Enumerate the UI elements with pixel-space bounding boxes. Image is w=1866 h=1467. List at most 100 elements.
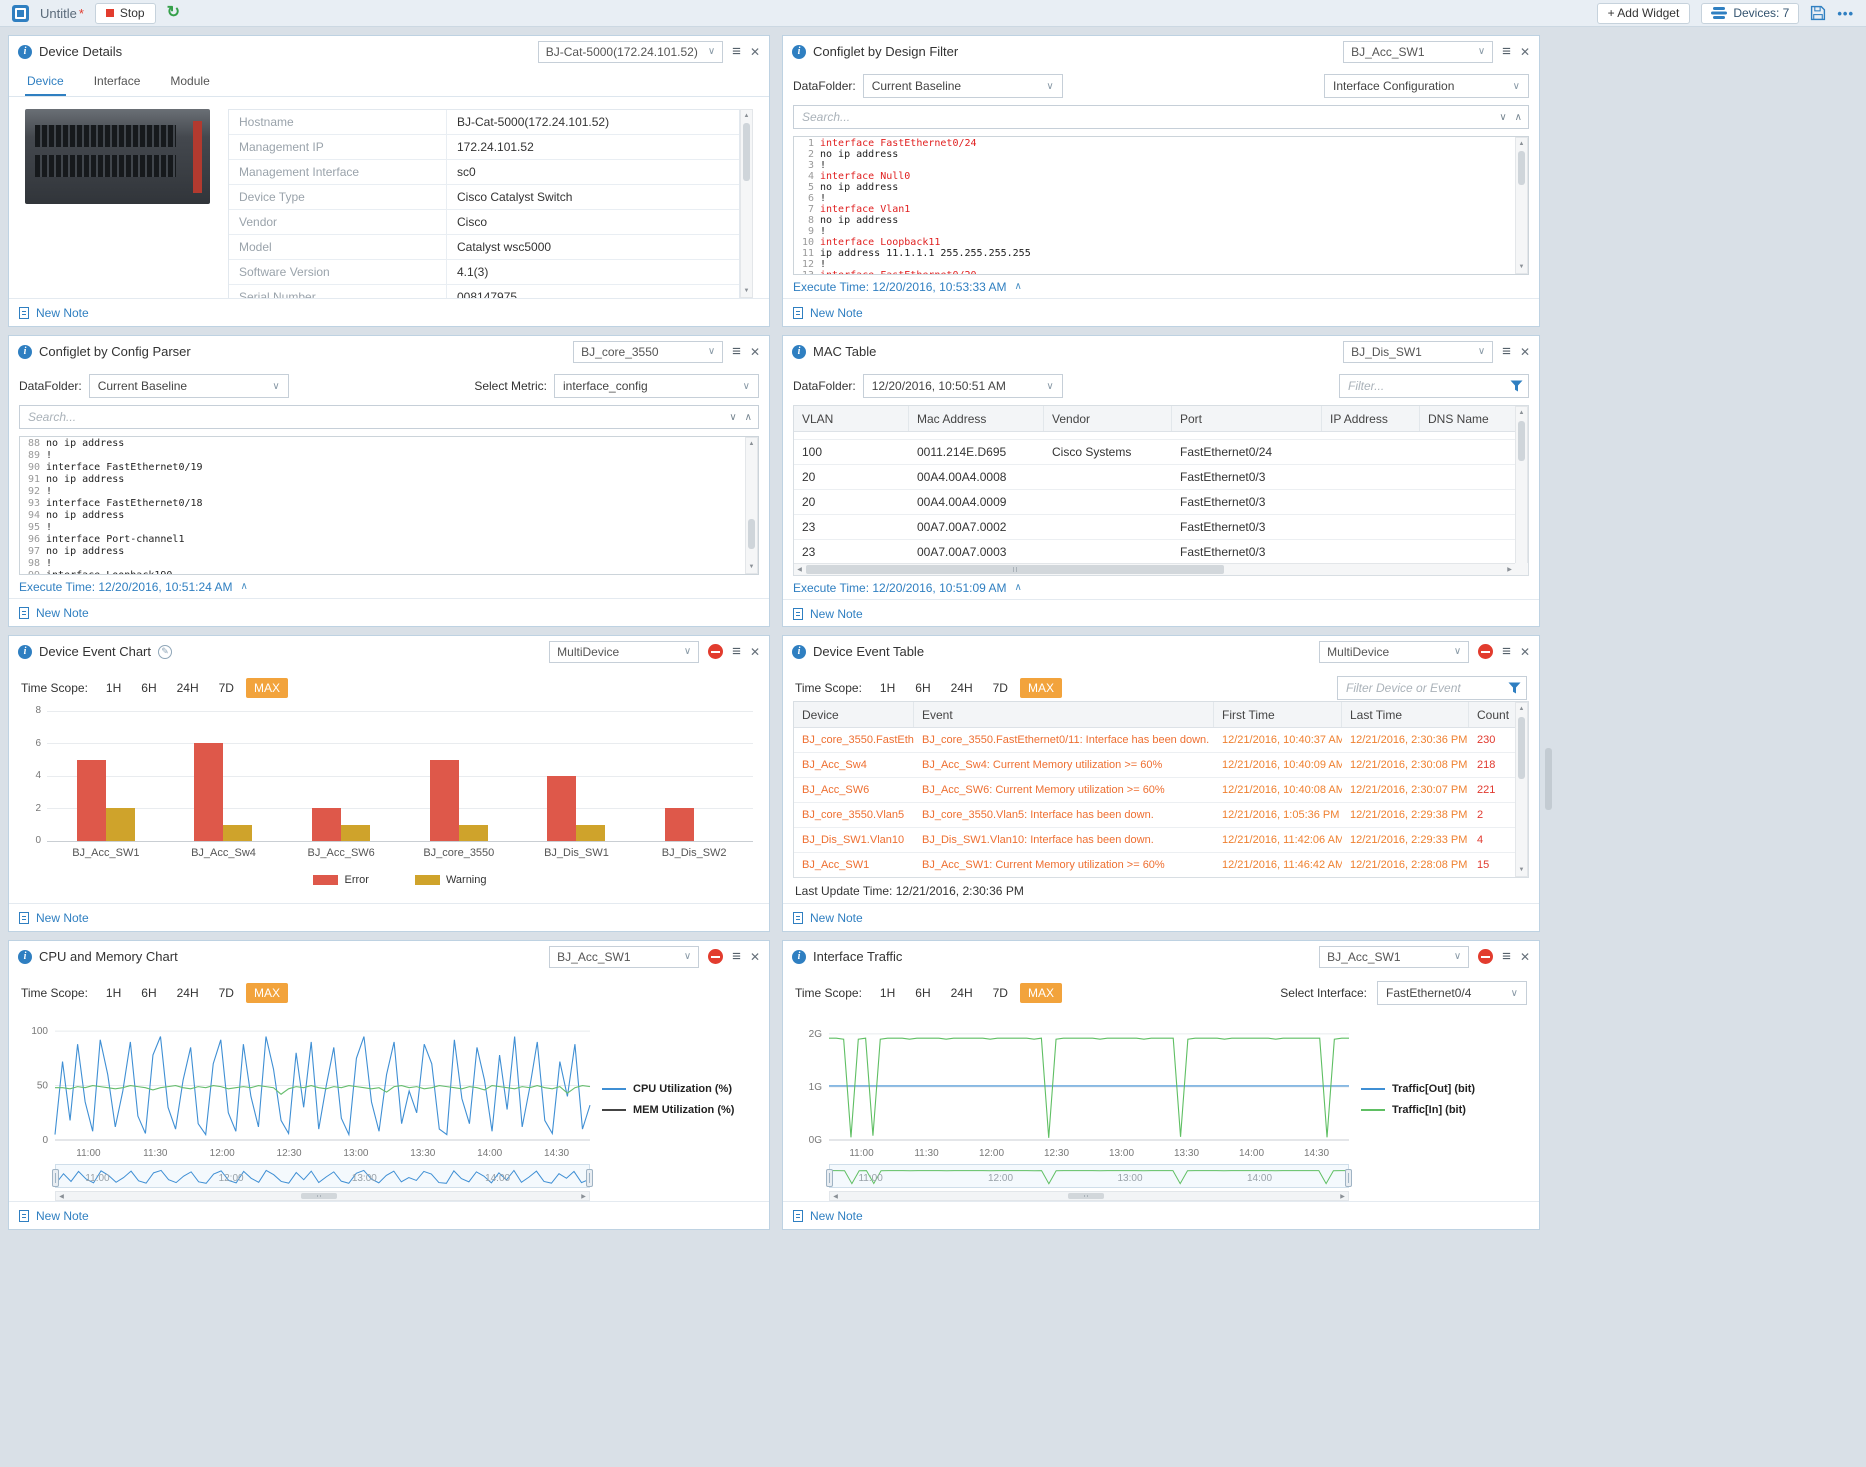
stop-refresh-icon[interactable] (1478, 949, 1493, 964)
timescope-max[interactable]: MAX (246, 983, 288, 1003)
timescope-max[interactable]: MAX (246, 678, 288, 698)
timescope-1h[interactable]: 1H (98, 983, 129, 1003)
scroll-thumb[interactable] (806, 565, 1224, 574)
vertical-scrollbar[interactable]: ▲▼ (745, 437, 758, 574)
vertical-scrollbar[interactable]: ▲▼ (1515, 406, 1528, 575)
scroll-right-icon[interactable]: ▶ (1504, 564, 1515, 575)
tab-module[interactable]: Module (168, 67, 211, 96)
brush-right-handle[interactable] (1345, 1169, 1352, 1187)
menu-icon[interactable]: ≡ (732, 949, 741, 964)
table-row[interactable]: BJ_core_3550.Vlan5BJ_core_3550.Vlan5: In… (794, 803, 1515, 828)
menu-icon[interactable]: ≡ (1502, 644, 1511, 659)
new-note-link[interactable]: New Note (810, 607, 863, 621)
menu-icon[interactable]: ≡ (732, 644, 741, 659)
execute-time[interactable]: Execute Time: 12/20/2016, 10:51:09 AM∧ (783, 576, 1539, 599)
filter-input[interactable] (1340, 375, 1510, 397)
scroll-down-icon[interactable]: ▼ (1516, 261, 1527, 273)
close-icon[interactable]: ✕ (750, 951, 760, 963)
metric-select[interactable]: interface_config∨ (554, 374, 759, 398)
event-device[interactable]: BJ_core_3550.FastEth... (794, 728, 914, 752)
scroll-up-icon[interactable]: ▲ (741, 110, 752, 122)
device-selector-dropdown[interactable]: BJ_Acc_SW1∨ (1343, 41, 1493, 63)
brush-right-handle[interactable] (586, 1169, 593, 1187)
collapse-icon[interactable]: ∧ (240, 581, 247, 592)
table-row[interactable]: BJ_Acc_SW6BJ_Acc_SW6: Current Memory uti… (794, 778, 1515, 803)
close-icon[interactable]: ✕ (1520, 46, 1530, 58)
new-note-link[interactable]: New Note (36, 1209, 89, 1223)
search-prev-icon[interactable]: ∧ (1515, 112, 1522, 123)
filter-icon[interactable] (1510, 380, 1523, 392)
timescope-6h[interactable]: 6H (907, 678, 938, 698)
brush-left-handle[interactable] (52, 1169, 59, 1187)
menu-icon[interactable]: ≡ (732, 344, 741, 359)
new-note-link[interactable]: New Note (36, 606, 89, 620)
close-icon[interactable]: ✕ (750, 346, 760, 358)
brush-left-handle[interactable] (826, 1169, 833, 1187)
table-row[interactable]: 2000A4.00A4.0009FastEthernet0/3 (794, 490, 1515, 515)
scroll-down-icon[interactable]: ▼ (1516, 864, 1527, 876)
tab-device[interactable]: Device (25, 67, 66, 96)
event-device[interactable]: BJ_Acc_Sw4 (794, 753, 914, 777)
stop-refresh-icon[interactable] (1478, 644, 1493, 659)
close-icon[interactable]: ✕ (750, 46, 760, 58)
stop-refresh-icon[interactable] (708, 949, 723, 964)
tab-interface[interactable]: Interface (92, 67, 143, 96)
scroll-down-icon[interactable]: ▼ (741, 285, 752, 297)
scroll-thumb[interactable] (748, 519, 755, 549)
new-note-link[interactable]: New Note (810, 306, 863, 320)
table-row[interactable]: 1000011.214E.D695Cisco SystemsFastEthern… (794, 440, 1515, 465)
table-row[interactable]: BJ_core_3550.FastEth...BJ_core_3550.Fast… (794, 728, 1515, 753)
table-row[interactable]: BJ_Dis_SW1.Vlan10BJ_Dis_SW1.Vlan10: Inte… (794, 828, 1515, 853)
timescope-7d[interactable]: 7D (211, 678, 242, 698)
new-note-link[interactable]: New Note (36, 911, 89, 925)
scroll-thumb[interactable] (1518, 717, 1525, 779)
column-header[interactable]: Count (1469, 702, 1515, 727)
more-menu-icon[interactable]: ••• (1837, 6, 1854, 21)
column-header[interactable]: Device (794, 702, 914, 727)
timescope-6h[interactable]: 6H (133, 678, 164, 698)
close-icon[interactable]: ✕ (1520, 646, 1530, 658)
column-header[interactable]: IP Address (1322, 406, 1420, 431)
add-widget-button[interactable]: + Add Widget (1597, 3, 1691, 24)
horizontal-scrollbar[interactable]: ◀▶ (829, 1191, 1349, 1201)
column-header[interactable]: Mac Address (909, 406, 1044, 431)
scroll-right-icon[interactable]: ▶ (1337, 1192, 1348, 1200)
timescope-7d[interactable]: 7D (211, 983, 242, 1003)
table-row[interactable]: 2300A7.00A7.0003FastEthernet0/3 (794, 540, 1515, 563)
timescope-7d[interactable]: 7D (985, 983, 1016, 1003)
menu-icon[interactable]: ≡ (1502, 949, 1511, 964)
timescope-1h[interactable]: 1H (98, 678, 129, 698)
timescope-6h[interactable]: 6H (907, 983, 938, 1003)
vertical-scrollbar[interactable]: ▲▼ (1515, 702, 1528, 877)
device-selector-dropdown[interactable]: BJ_core_3550∨ (573, 341, 723, 363)
device-selector-dropdown[interactable]: BJ_Acc_SW1∨ (1319, 946, 1469, 968)
config-code-viewer[interactable]: 88no ip address89!90interface FastEthern… (19, 436, 759, 575)
scroll-left-icon[interactable]: ◀ (794, 564, 805, 575)
menu-icon[interactable]: ≡ (1502, 44, 1511, 59)
interface-select[interactable]: FastEthernet0/4∨ (1377, 981, 1527, 1005)
search-input[interactable] (19, 405, 759, 429)
datafolder-select[interactable]: 12/20/2016, 10:50:51 AM∨ (863, 374, 1063, 398)
horizontal-scrollbar[interactable]: ◀▶ (794, 563, 1515, 575)
table-row[interactable]: 2300A7.00A7.0002FastEthernet0/3 (794, 515, 1515, 540)
app-logo-icon[interactable] (12, 5, 29, 22)
scroll-up-icon[interactable]: ▲ (746, 438, 757, 450)
execute-time[interactable]: Execute Time: 12/20/2016, 10:51:24 AM∧ (9, 575, 769, 598)
search-prev-icon[interactable]: ∧ (745, 412, 752, 423)
scroll-up-icon[interactable]: ▲ (1516, 407, 1527, 419)
execute-time[interactable]: Execute Time: 12/20/2016, 10:53:33 AM∧ (783, 275, 1539, 298)
config-code-viewer[interactable]: 1interface FastEthernet0/242no ip addres… (793, 136, 1529, 275)
column-header[interactable]: Vendor (1044, 406, 1172, 431)
close-icon[interactable]: ✕ (1520, 951, 1530, 963)
datafolder-select[interactable]: Current Baseline∨ (89, 374, 289, 398)
timescope-max[interactable]: MAX (1020, 983, 1062, 1003)
event-device[interactable]: BJ_Acc_SW6 (794, 778, 914, 802)
menu-icon[interactable]: ≡ (1502, 344, 1511, 359)
table-row[interactable]: BJ_Acc_Sw4BJ_Acc_Sw4: Current Memory uti… (794, 753, 1515, 778)
event-device[interactable]: BJ_core_3550.Vlan5 (794, 803, 914, 827)
menu-icon[interactable]: ≡ (732, 44, 741, 59)
table-row[interactable]: 2000A4.00A4.0008FastEthernet0/3 (794, 465, 1515, 490)
collapse-icon[interactable]: ∧ (1014, 281, 1021, 292)
column-header[interactable]: Event (914, 702, 1214, 727)
save-icon[interactable] (1810, 5, 1826, 21)
